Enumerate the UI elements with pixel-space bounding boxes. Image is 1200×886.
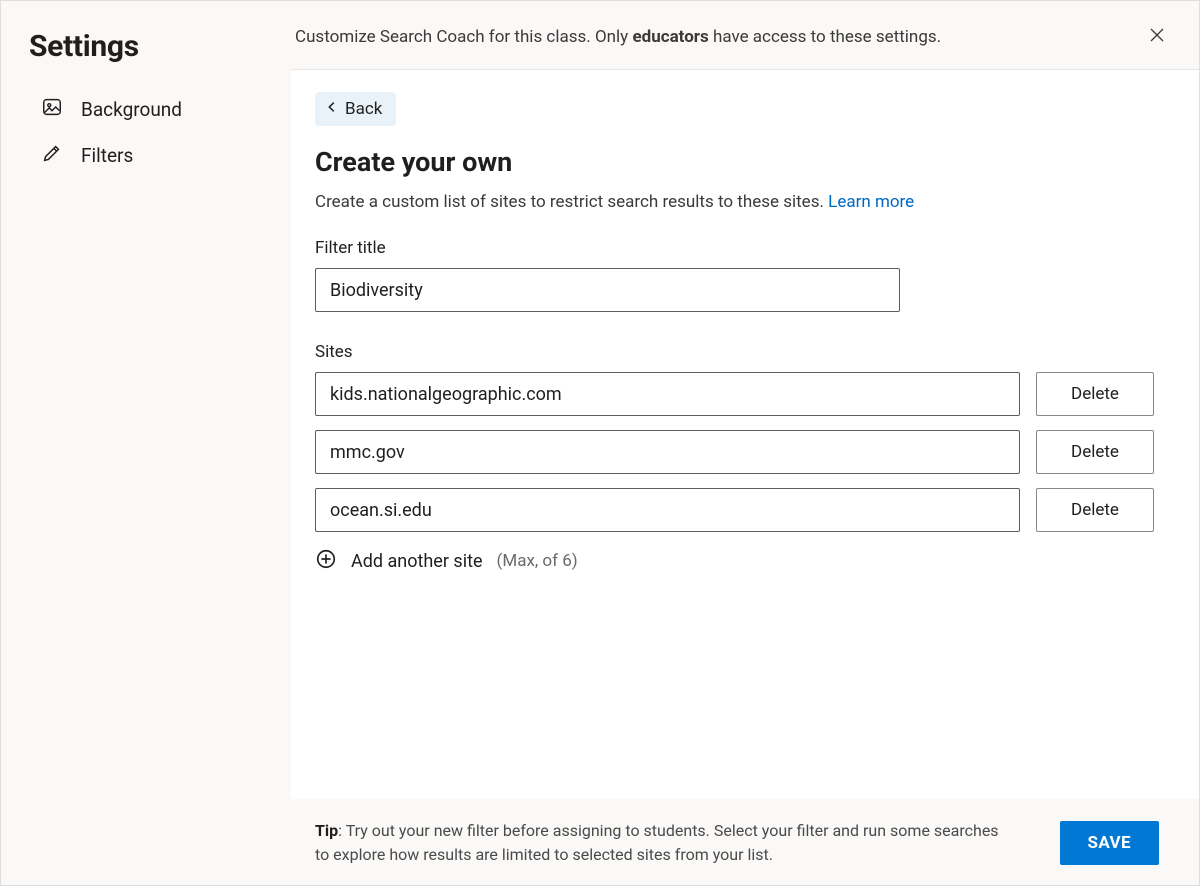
sidebar-item-label: Background [81,98,182,121]
back-button[interactable]: Back [315,92,396,126]
sidebar-item-filters[interactable]: Filters [29,132,271,178]
page-subtitle: Create a custom list of sites to restric… [315,192,1171,212]
image-icon [41,96,63,123]
delete-site-button[interactable]: Delete [1036,430,1154,474]
add-site-label: Add another site [351,551,483,572]
sites-section: Sites Delete Delete Delete [315,342,1171,574]
close-button[interactable] [1143,23,1171,51]
site-input[interactable] [315,430,1020,474]
subtitle-text: Create a custom list of sites to restric… [315,192,828,212]
delete-site-button[interactable]: Delete [1036,488,1154,532]
main-panel: Back Create your own Create a custom lis… [291,70,1199,799]
header-suffix: have access to these settings. [709,27,941,47]
chevron-left-icon [325,99,339,119]
page-title: Create your own [315,146,1171,178]
site-row: Delete [315,488,1171,532]
sidebar-item-background[interactable]: Background [29,86,271,132]
settings-sidebar: Settings Background [1,1,291,885]
site-row: Delete [315,372,1171,416]
site-row: Delete [315,430,1171,474]
learn-more-link[interactable]: Learn more [828,192,914,212]
dialog-body: Settings Background [1,1,1199,885]
sidebar-title: Settings [29,29,271,64]
right-column: Customize Search Coach for this class. O… [291,1,1199,885]
sidebar-item-label: Filters [81,144,133,167]
footer-tip: Tip: Try out your new filter before assi… [315,819,1015,867]
back-label: Back [345,99,382,119]
site-input[interactable] [315,372,1020,416]
tip-label: Tip [315,821,338,840]
pencil-icon [41,142,63,169]
header-bold: educators [632,27,708,47]
header-bar: Customize Search Coach for this class. O… [291,1,1199,70]
filter-title-input[interactable] [315,268,900,312]
sites-label: Sites [315,342,1171,362]
settings-dialog: Settings Background [0,0,1200,886]
filter-title-label: Filter title [315,238,1171,258]
plus-circle-icon [315,548,337,574]
close-icon [1149,27,1165,47]
header-description: Customize Search Coach for this class. O… [295,27,941,47]
header-prefix: Customize Search Coach for this class. O… [295,27,632,47]
add-site-hint: (Max, of 6) [497,551,578,571]
delete-site-button[interactable]: Delete [1036,372,1154,416]
site-input[interactable] [315,488,1020,532]
footer-bar: Tip: Try out your new filter before assi… [291,799,1199,885]
add-site-button[interactable]: Add another site (Max, of 6) [315,548,1171,574]
tip-body: : Try out your new filter before assigni… [315,821,999,864]
save-button[interactable]: SAVE [1060,821,1160,865]
